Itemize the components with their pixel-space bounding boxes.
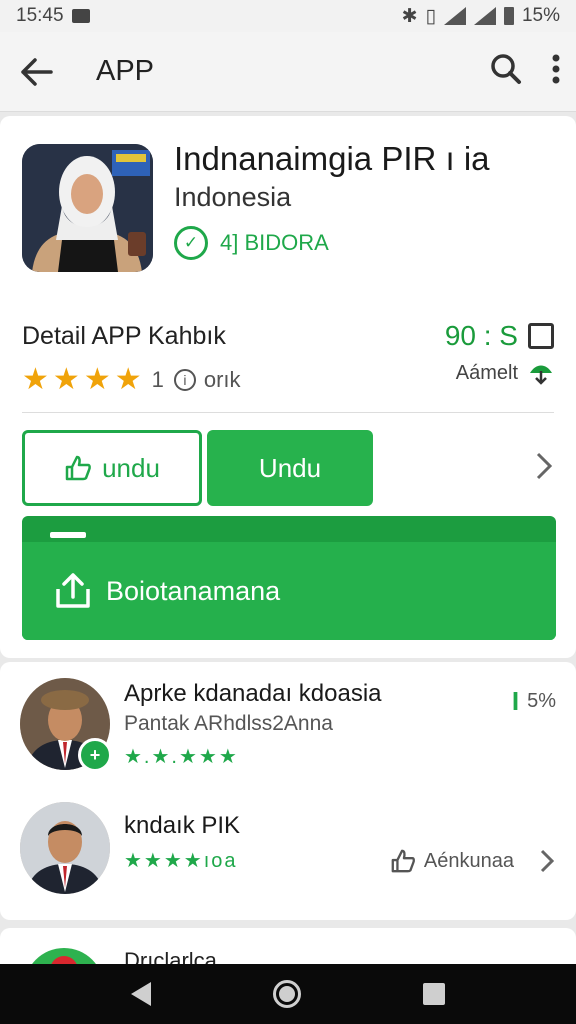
battery-percent: 15%	[521, 5, 560, 26]
vibrate-icon: ▯	[425, 5, 436, 27]
nav-home-icon[interactable]	[273, 980, 301, 1008]
chevron-right-icon[interactable]	[536, 452, 553, 485]
chevron-right-icon	[540, 849, 554, 873]
list-item-subtitle: Pantak ARhdlss2Anna	[124, 712, 333, 735]
nav-recents-icon[interactable]	[423, 983, 445, 1005]
rating-count: 1	[151, 366, 164, 392]
share-icon	[56, 573, 90, 608]
avatar	[20, 802, 110, 894]
verified-badge-icon: ✓	[174, 226, 208, 260]
banner-tab-indicator	[50, 532, 86, 538]
battery-icon	[503, 7, 514, 25]
star-icon: ★	[83, 363, 111, 396]
search-button[interactable]	[490, 53, 522, 90]
page-title: APP	[96, 55, 155, 87]
banner-label: Boiotanamana	[106, 575, 281, 606]
overflow-menu-button[interactable]	[552, 54, 560, 89]
notification-icon	[71, 9, 90, 23]
app-subtitle: Indonesia	[174, 182, 292, 212]
developer-name: 4] BIDORA	[220, 230, 329, 255]
add-badge-icon[interactable]: +	[78, 738, 112, 772]
signal-icon	[473, 7, 496, 25]
search-icon	[491, 54, 521, 84]
list-item-title: Aprke kdanadaı kdoasia	[124, 680, 382, 707]
list-item-title: kndaık PIK	[124, 812, 241, 839]
thumbs-up-icon	[391, 849, 415, 873]
list-item-stars: ★.★.★★★	[124, 746, 239, 768]
star-icon: ★	[114, 363, 142, 396]
list-item-action-label: Aénkunaa	[423, 849, 514, 872]
metric-label: Aámelt	[455, 362, 518, 384]
bluetooth-icon: ✱	[401, 5, 418, 27]
text-cursor-icon: I	[511, 686, 520, 716]
wifi-icon	[443, 7, 466, 25]
related-list-card: + Aprke kdanadaı kdoasia Pantak ARhdlss2…	[0, 662, 576, 920]
detail-title: Detail APP Kahbık	[22, 322, 226, 350]
install-button[interactable]: Undu	[207, 430, 373, 506]
back-button[interactable]	[0, 32, 74, 112]
metric-value: 90 : S	[444, 320, 518, 351]
list-item-action[interactable]: Aénkunaa	[390, 848, 554, 874]
checkbox-icon[interactable]	[528, 323, 554, 349]
app-name: Indnanaimgia PIR ı ia	[174, 140, 490, 177]
rating-unit: orık	[203, 366, 241, 392]
more-vert-icon	[552, 54, 560, 84]
list-item-stars: ★★★★ıoa	[124, 850, 238, 872]
metric: 90 : S	[445, 320, 554, 352]
status-time: 15:45	[16, 5, 64, 26]
info-icon[interactable]: i	[173, 368, 196, 391]
app-bar: APP	[0, 32, 576, 112]
back-arrow-icon	[21, 57, 53, 86]
app-detail-card: Indnanaimgia PIR ı ia Indonesia ✓ 4] BID…	[0, 116, 576, 658]
nav-back-icon[interactable]	[131, 982, 151, 1006]
install-outline-button[interactable]: undu	[22, 430, 202, 506]
system-nav-bar	[0, 964, 576, 1024]
list-item-percent: 5%	[527, 690, 556, 712]
star-icon: ★	[52, 363, 80, 396]
divider	[22, 412, 554, 413]
metric-label-row: Aámelt	[456, 362, 554, 385]
star-icon: ★	[22, 363, 49, 396]
developer-link[interactable]: ✓ 4] BIDORA	[174, 226, 329, 260]
promo-banner[interactable]: Boiotanamana	[22, 516, 556, 640]
list-item-meta: I 5%	[512, 686, 556, 717]
thumbs-up-icon	[65, 455, 91, 481]
install-outline-label: undu	[102, 452, 160, 483]
rating-row: ★ ★ ★ ★ 1 i orık	[22, 362, 241, 397]
status-bar: 15:45 ✱ ▯ 15%	[0, 0, 576, 32]
app-icon-image[interactable]	[22, 144, 153, 272]
download-leaf-icon	[530, 365, 552, 385]
